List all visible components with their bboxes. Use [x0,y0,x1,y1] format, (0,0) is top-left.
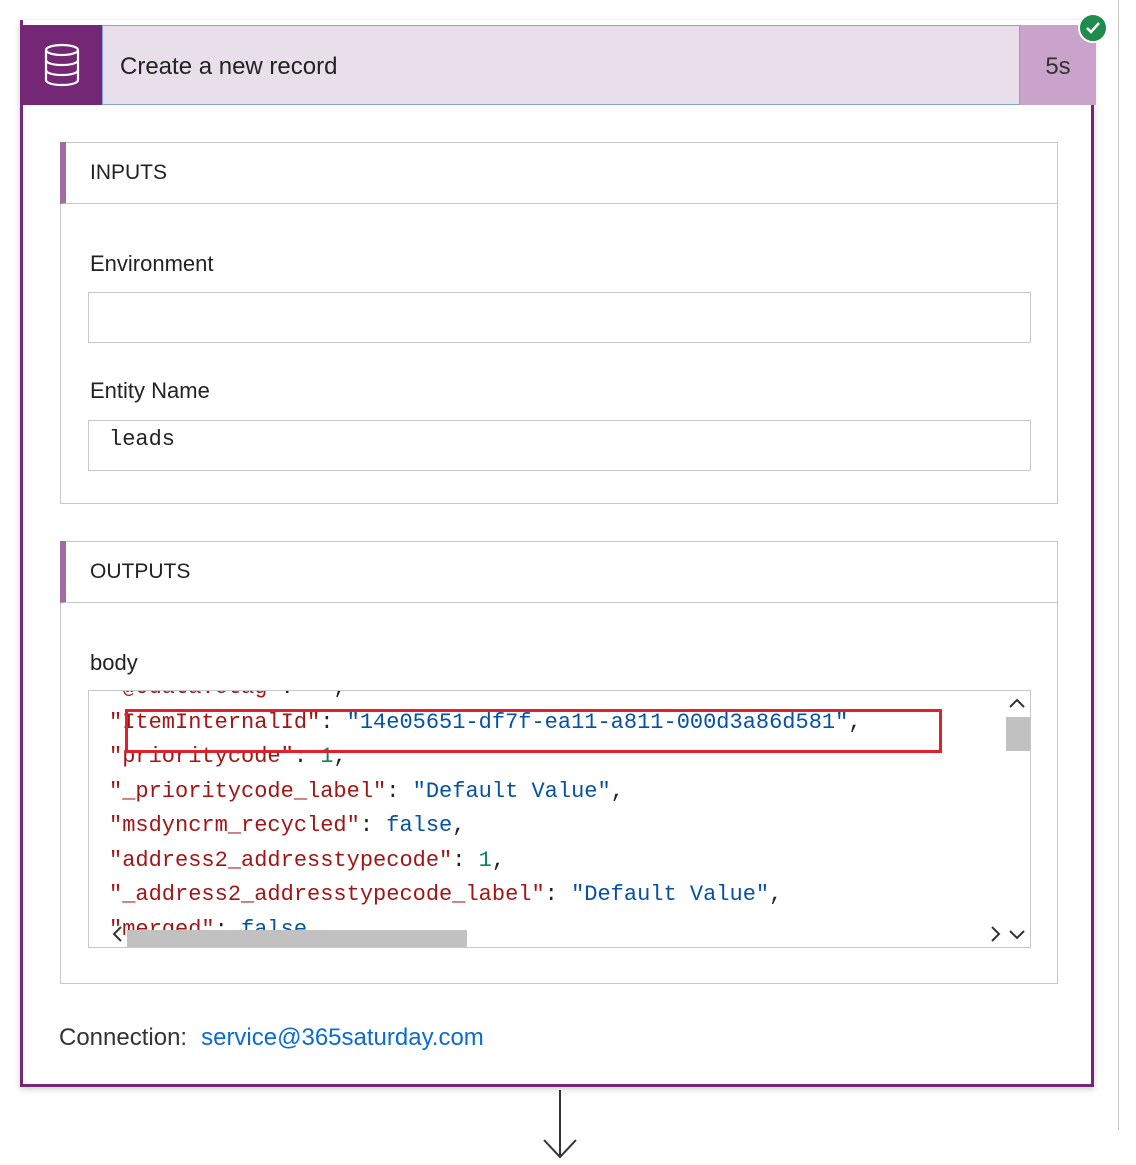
vertical-scrollbar-thumb[interactable] [1006,717,1030,751]
json-separator: : [544,882,572,907]
success-check-icon [1078,13,1108,43]
json-separator: : [452,847,479,873]
json-line: "msdyncrm_recycled": false, [89,809,862,844]
database-icon [22,25,102,105]
body-label: body [90,650,138,675]
json-comma: , [610,778,624,804]
json-comma: , [452,813,466,838]
json-key: "_address2_addresstypecode_label" [109,882,545,907]
connection-label: Connection: [59,1024,188,1051]
action-title: Create a new record [120,53,338,80]
json-value: 1 [478,847,492,873]
down-arrow-icon [540,1090,580,1160]
scroll-up-icon[interactable] [1008,693,1026,713]
json-separator: : [359,813,387,838]
scroll-right-icon[interactable] [990,925,1002,947]
json-comma: , [491,847,506,873]
json-line: "@odata.etag": "", [89,691,862,706]
json-key: "msdyncrm_recycled" [109,813,360,838]
json-value: "Default Value" [571,882,770,907]
canvas-edge [1118,0,1119,1130]
json-key: "_prioritycode_label" [109,778,387,804]
json-key: "address2_addresstypecode" [109,847,453,873]
connection-link[interactable]: service@365saturday.com [201,1024,484,1051]
json-value: false [386,813,453,838]
environment-field [88,292,1031,343]
entity-name-field: leads [88,420,1031,471]
json-comma: , [333,691,346,700]
json-line: "address2_addresstypecode": 1, [89,844,862,879]
json-separator: : [386,778,413,804]
horizontal-scrollbar-thumb[interactable] [127,930,467,947]
inputs-section: INPUTS Environment Entity Name leads [60,142,1058,504]
json-separator: : [281,691,307,700]
scroll-left-icon[interactable] [111,925,123,947]
environment-label: Environment [90,251,214,276]
highlight-box [125,709,942,753]
json-value: "Default Value" [412,778,611,804]
json-line: "_prioritycode_label": "Default Value", [89,775,862,810]
json-key: "@odata.etag" [109,691,281,700]
outputs-section: OUTPUTS body "@odata.etag": "","ItemInte… [60,541,1058,984]
outputs-heading[interactable]: OUTPUTS [60,541,1057,603]
connection-row: Connection: service@365saturday.com [59,1024,484,1052]
json-line: "_address2_addresstypecode_label": "Defa… [89,878,862,913]
scroll-down-icon[interactable] [1008,925,1026,945]
inputs-heading[interactable]: INPUTS [60,142,1057,204]
action-header[interactable]: Create a new record 5s [22,25,1096,105]
entity-name-label: Entity Name [90,378,210,403]
json-comma: , [769,882,783,907]
json-value: "" [307,691,333,700]
body-json-viewer[interactable]: "@odata.etag": "","ItemInternalId": "14e… [88,690,1031,948]
